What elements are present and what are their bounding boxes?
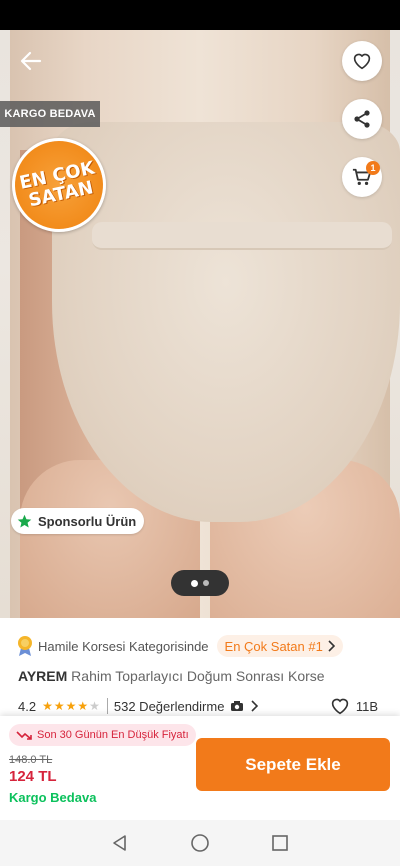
- heart-icon: [353, 53, 371, 70]
- review-count[interactable]: 532 Değerlendirme: [114, 699, 225, 714]
- chevron-right-icon: [251, 700, 259, 712]
- status-bar: [0, 0, 400, 30]
- free-shipping-label: Kargo Bedava: [9, 790, 97, 805]
- nav-home-icon[interactable]: [190, 833, 210, 853]
- heart-outline-icon[interactable]: [330, 697, 350, 715]
- category-text: Hamile Korsesi Kategorisinde: [38, 638, 209, 654]
- photo-garment-band: [92, 222, 392, 250]
- cart-count-badge: 1: [366, 161, 380, 175]
- cart-button[interactable]: 1: [342, 157, 382, 197]
- pager-dot-active: [191, 579, 198, 587]
- rating-row[interactable]: 4.2 ★★★★★ 532 Değerlendirme 11B: [18, 696, 388, 716]
- sponsored-chip: Sponsorlu Ürün: [11, 508, 145, 534]
- old-price: 148.0 TL: [9, 754, 53, 766]
- category-rank-row: Hamile Korsesi Kategorisinde En Çok Sata…: [16, 634, 343, 658]
- camera-icon: [231, 701, 244, 711]
- product-name: Rahim Toparlayıcı Doğum Sonrası Korse: [71, 668, 325, 684]
- medal-icon: [18, 636, 32, 656]
- back-button[interactable]: [14, 46, 48, 76]
- favorite-count: 11B: [355, 698, 378, 714]
- share-icon: [354, 110, 370, 128]
- pager-dot: [203, 580, 209, 586]
- rating-value: 4.2: [18, 698, 37, 714]
- system-nav-bar: [0, 820, 400, 866]
- nav-back-icon[interactable]: [111, 834, 129, 852]
- lowest-price-pill: Son 30 Günün En Düşük Fiyatı: [9, 724, 196, 746]
- product-brand[interactable]: AYREM: [18, 668, 67, 684]
- rating-stars: ★★★★★: [42, 699, 101, 713]
- purchase-bar: Son 30 Günün En Düşük Fiyatı 148.0 TL 12…: [0, 716, 400, 820]
- rank-chip[interactable]: En Çok Satan #1: [216, 635, 343, 657]
- arrow-left-icon: [20, 51, 42, 71]
- lowest-price-label: Son 30 Günün En Düşük Fiyatı: [37, 729, 189, 741]
- favorite-button[interactable]: [342, 41, 382, 81]
- chevron-right-icon: [328, 640, 335, 652]
- sponsored-label: Sponsorlu Ürün: [38, 513, 137, 529]
- product-title: AYREM Rahim Toparlayıcı Doğum Sonrası Ko…: [18, 668, 388, 684]
- divider: [106, 698, 108, 714]
- current-price: 124 TL: [9, 768, 57, 785]
- star-icon: [17, 514, 32, 527]
- trend-down-icon: [16, 731, 32, 740]
- gallery-pager[interactable]: [171, 570, 229, 596]
- share-button[interactable]: [342, 99, 382, 139]
- rank-chip-label: En Çok Satan #1: [224, 638, 323, 654]
- free-shipping-tag: KARGO BEDAVA: [0, 101, 100, 127]
- nav-recents-icon[interactable]: [271, 834, 289, 852]
- add-to-cart-button[interactable]: Sepete Ekle: [196, 738, 390, 791]
